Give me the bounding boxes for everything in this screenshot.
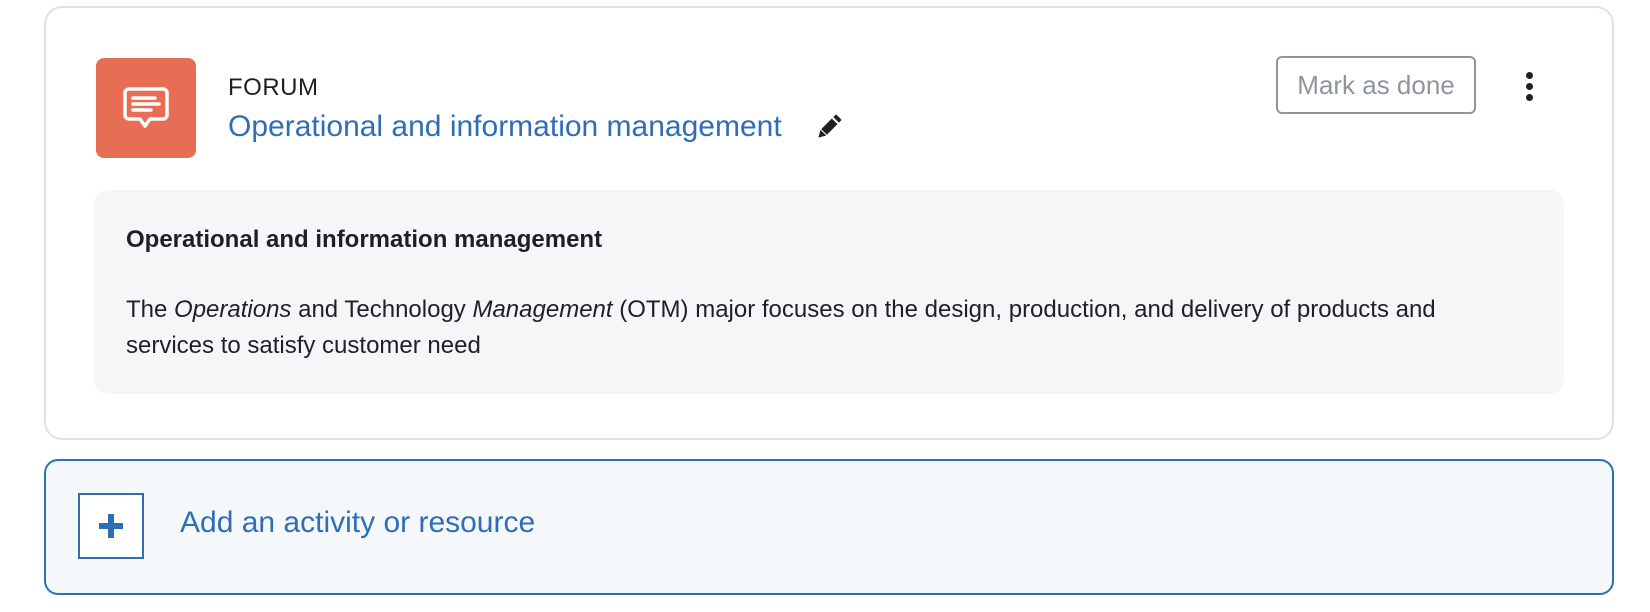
kebab-menu-icon[interactable]	[1514, 68, 1544, 104]
activity-title-link[interactable]: Operational and information management	[228, 110, 782, 144]
description-text-italic: Operations	[174, 296, 292, 323]
description-text-italic: Management	[472, 296, 613, 323]
mark-as-done-button[interactable]: Mark as done	[1276, 56, 1476, 114]
activity-card: FORUM Operational and information manage…	[44, 6, 1614, 440]
description-text-part: and Technology	[291, 296, 473, 323]
description-text: The Operations and Technology Management…	[126, 292, 1526, 364]
plus-icon	[78, 493, 144, 559]
menu-dot	[1525, 71, 1533, 79]
add-activity-label: Add an activity or resource	[180, 506, 536, 539]
activity-description-box: Operational and information management T…	[94, 190, 1564, 394]
pencil-icon[interactable]	[814, 112, 844, 142]
forum-chat-icon	[96, 58, 196, 158]
menu-dot	[1525, 82, 1533, 90]
description-title: Operational and information management	[126, 226, 603, 253]
add-activity-button[interactable]: Add an activity or resource	[44, 459, 1614, 595]
menu-dot	[1525, 93, 1533, 101]
activity-type-label: FORUM	[228, 74, 319, 101]
description-text-part: The	[126, 296, 175, 323]
